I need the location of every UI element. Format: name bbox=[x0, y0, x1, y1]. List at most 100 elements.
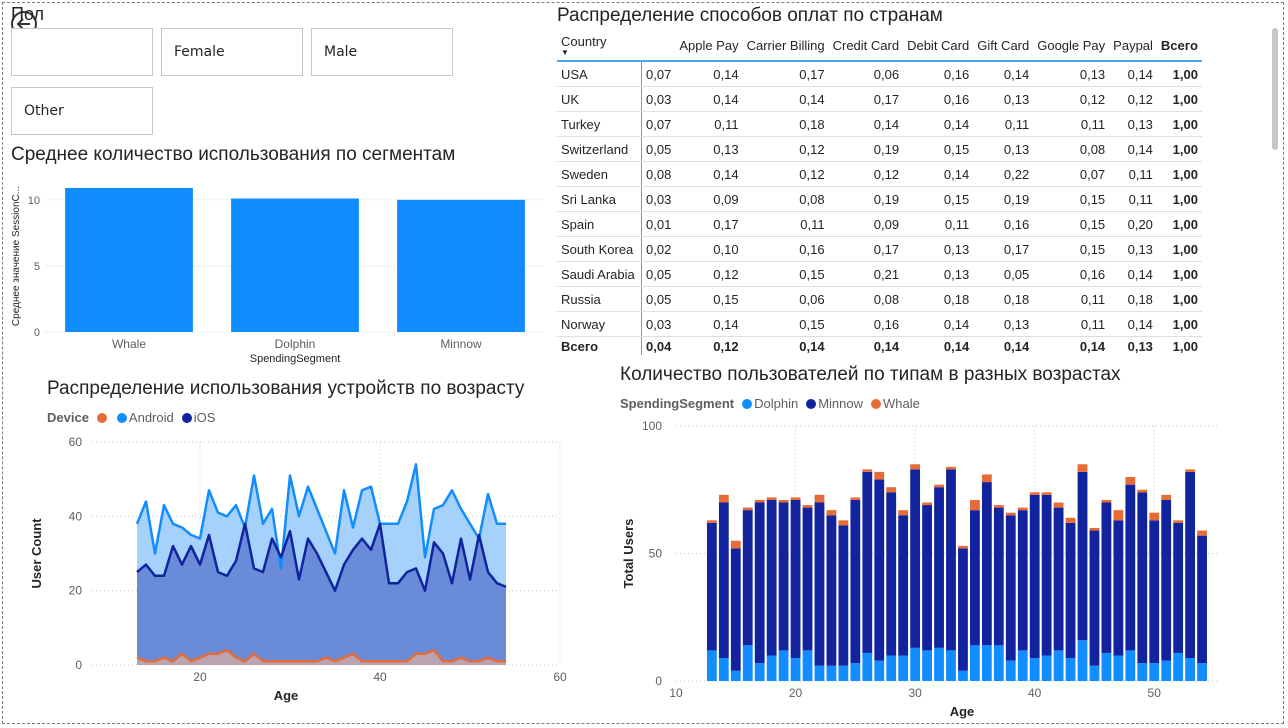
bar-segment-whale bbox=[1197, 530, 1207, 536]
bar-segment-minnow bbox=[1113, 520, 1124, 656]
legend-item[interactable]: Minnow bbox=[806, 396, 863, 411]
matrix-cell: 1,00 bbox=[1156, 136, 1202, 162]
matrix-cell: 0,11 bbox=[675, 111, 743, 137]
matrix-cell: 1,00 bbox=[1156, 111, 1202, 137]
matrix-cell: 0,14 bbox=[675, 61, 743, 87]
slicer-option-male[interactable]: Male bbox=[311, 28, 453, 76]
column-header[interactable]: Apple Pay bbox=[675, 30, 742, 61]
matrix-total-row[interactable]: Всего 0,04 0,12 0,14 0,14 0,14 0,14 0,14 0,13 1,0… bbox=[557, 336, 1202, 355]
bar-segment-dolphin bbox=[910, 647, 921, 681]
bar-segment-whale bbox=[1077, 464, 1088, 472]
legend-item[interactable]: iOS bbox=[181, 410, 216, 425]
legend-item[interactable]: Android bbox=[116, 410, 174, 425]
matrix-cell: 0,11 bbox=[742, 211, 829, 237]
device-age-area-chart: 0 20 40 60 20 40 60 Age User Count bbox=[29, 435, 567, 703]
matrix-cell: 0,18 bbox=[973, 286, 1034, 312]
bar-segment-minnow bbox=[898, 515, 909, 656]
matrix-cell: 0,19 bbox=[828, 136, 904, 162]
sort-desc-icon[interactable]: ▼ bbox=[561, 48, 637, 57]
matrix-cell: 0,06 bbox=[742, 286, 829, 312]
matrix-row[interactable]: UK 0,03 0,14 0,14 0,17 0,16 0,13 0,12 0,12 1,00 bbox=[557, 86, 1202, 112]
matrix-cell: 0,11 bbox=[1033, 311, 1110, 337]
y-tick-label: 0 bbox=[75, 658, 82, 672]
matrix-row[interactable]: Sri Lanka 0,03 0,09 0,08 0,19 0,15 0,19 0,15 0,1… bbox=[557, 186, 1202, 212]
matrix-cell: 0,21 bbox=[828, 261, 904, 287]
bar-segment-dolphin bbox=[1089, 665, 1100, 681]
matrix-row[interactable]: Spain 0,01 0,17 0,11 0,09 0,11 0,16 0,15 0,20 1,0… bbox=[557, 211, 1202, 237]
matrix-cell: 0,15 bbox=[903, 136, 974, 162]
column-header[interactable]: Всего bbox=[1157, 30, 1202, 61]
device-legend: Device Android iOS bbox=[47, 410, 219, 425]
legend-item[interactable] bbox=[96, 412, 109, 423]
matrix-cell: 0,19 bbox=[828, 186, 904, 212]
bar-segment-whale bbox=[874, 471, 885, 480]
column-header[interactable] bbox=[642, 30, 676, 61]
matrix-row[interactable]: USA 0,07 0,14 0,17 0,06 0,16 0,14 0,13 0,14 1,00 bbox=[557, 61, 1202, 87]
slicer-option-blank[interactable] bbox=[11, 28, 153, 76]
matrix-cell: 1,00 bbox=[1156, 261, 1202, 287]
row-label: Spain bbox=[557, 211, 642, 237]
bar-segment-minnow bbox=[1161, 499, 1172, 661]
column-header-country[interactable]: Country ▼ bbox=[557, 30, 642, 61]
y-axis-title: Среднее значение SessionC... bbox=[11, 186, 22, 326]
bar-segment-whale bbox=[1125, 477, 1136, 485]
legend-label: iOS bbox=[193, 410, 216, 425]
matrix-cell: 0,14 bbox=[903, 161, 974, 187]
slicer-option-female[interactable]: Female bbox=[161, 28, 303, 76]
bar-segment-whale bbox=[1017, 507, 1028, 511]
matrix-row[interactable]: Sweden 0,08 0,14 0,12 0,12 0,14 0,22 0,07 0,11 1,… bbox=[557, 161, 1202, 187]
row-label: Turkey bbox=[557, 111, 642, 137]
column-header[interactable]: Credit Card bbox=[829, 30, 903, 61]
matrix-cell: 0,13 bbox=[1109, 111, 1157, 137]
x-axis-title: Age bbox=[274, 688, 299, 703]
column-header[interactable]: Paypal bbox=[1109, 30, 1157, 61]
matrix-cell: 0,14 bbox=[828, 111, 904, 137]
legend-item[interactable]: Dolphin bbox=[742, 396, 798, 411]
x-tick-label: 20 bbox=[789, 686, 803, 700]
legend-item[interactable]: Whale bbox=[871, 396, 920, 411]
bar-segment-minnow bbox=[790, 499, 801, 659]
bar-segment-minnow bbox=[1149, 520, 1160, 664]
row-label: Norway bbox=[557, 311, 642, 337]
matrix-row[interactable]: Switzerland 0,05 0,13 0,12 0,19 0,15 0,13 0,08 0… bbox=[557, 136, 1202, 162]
row-label: USA bbox=[557, 61, 642, 87]
bar-segment-minnow bbox=[969, 510, 980, 646]
device-age-title: Распределение использования устройств по… bbox=[47, 378, 525, 399]
matrix-cell: 0,02 bbox=[641, 236, 676, 262]
matrix-row[interactable]: Turkey 0,07 0,11 0,18 0,14 0,14 0,11 0,11 0,13 1,… bbox=[557, 111, 1202, 137]
column-header[interactable]: Debit Card bbox=[903, 30, 973, 61]
column-header[interactable]: Gift Card bbox=[973, 30, 1033, 61]
slicer-option-other[interactable]: Other bbox=[11, 87, 153, 135]
x-tick-label: Dolphin bbox=[275, 337, 316, 351]
bar-segment-minnow bbox=[706, 522, 717, 651]
y-tick-label: 60 bbox=[69, 435, 83, 449]
matrix-cell: 0,08 bbox=[828, 286, 904, 312]
bar-segment-minnow bbox=[1029, 494, 1040, 659]
bar-segment-whale bbox=[1101, 499, 1112, 503]
column-header[interactable]: Carrier Billing bbox=[743, 30, 829, 61]
matrix-cell: 0,13 bbox=[973, 86, 1034, 112]
matrix-cell: 0,03 bbox=[641, 186, 676, 212]
x-tick-label: 40 bbox=[1028, 686, 1042, 700]
bar-segment-whale bbox=[718, 494, 729, 503]
matrix-row[interactable]: South Korea 0,02 0,10 0,16 0,17 0,13 0,17 0,15 0… bbox=[557, 236, 1202, 262]
matrix-cell: 0,04 bbox=[646, 338, 672, 354]
column-header[interactable]: Google Pay bbox=[1033, 30, 1109, 61]
bar-segment-minnow bbox=[1005, 515, 1016, 661]
matrix-cell: 0,11 bbox=[903, 211, 974, 237]
matrix-cell: 0,15 bbox=[1033, 211, 1110, 237]
bar-segment-dolphin bbox=[1173, 652, 1184, 681]
matrix-cell: 0,13 bbox=[903, 261, 974, 287]
bar-segment-minnow bbox=[766, 499, 777, 656]
matrix-cell: 1,00 bbox=[1156, 61, 1202, 87]
matrix-row[interactable]: Saudi Arabia 0,05 0,12 0,15 0,21 0,13 0,05 0,16… bbox=[557, 261, 1202, 287]
bar-segment-dolphin bbox=[1041, 655, 1052, 681]
matrix-cell: 0,08 bbox=[1033, 136, 1110, 162]
bar-segment-dolphin bbox=[946, 650, 956, 681]
matrix-row[interactable]: Norway 0,03 0,14 0,15 0,16 0,14 0,13 0,11 0,14 1,… bbox=[557, 311, 1202, 337]
matrix-scrollbar[interactable] bbox=[1272, 28, 1278, 150]
matrix-cell: 0,17 bbox=[742, 61, 829, 87]
bar-segment-minnow bbox=[1065, 522, 1076, 659]
matrix-row[interactable]: Russia 0,05 0,15 0,06 0,08 0,18 0,18 0,11 0,18 1,… bbox=[557, 286, 1202, 312]
matrix-cell: 0,11 bbox=[1109, 161, 1157, 187]
